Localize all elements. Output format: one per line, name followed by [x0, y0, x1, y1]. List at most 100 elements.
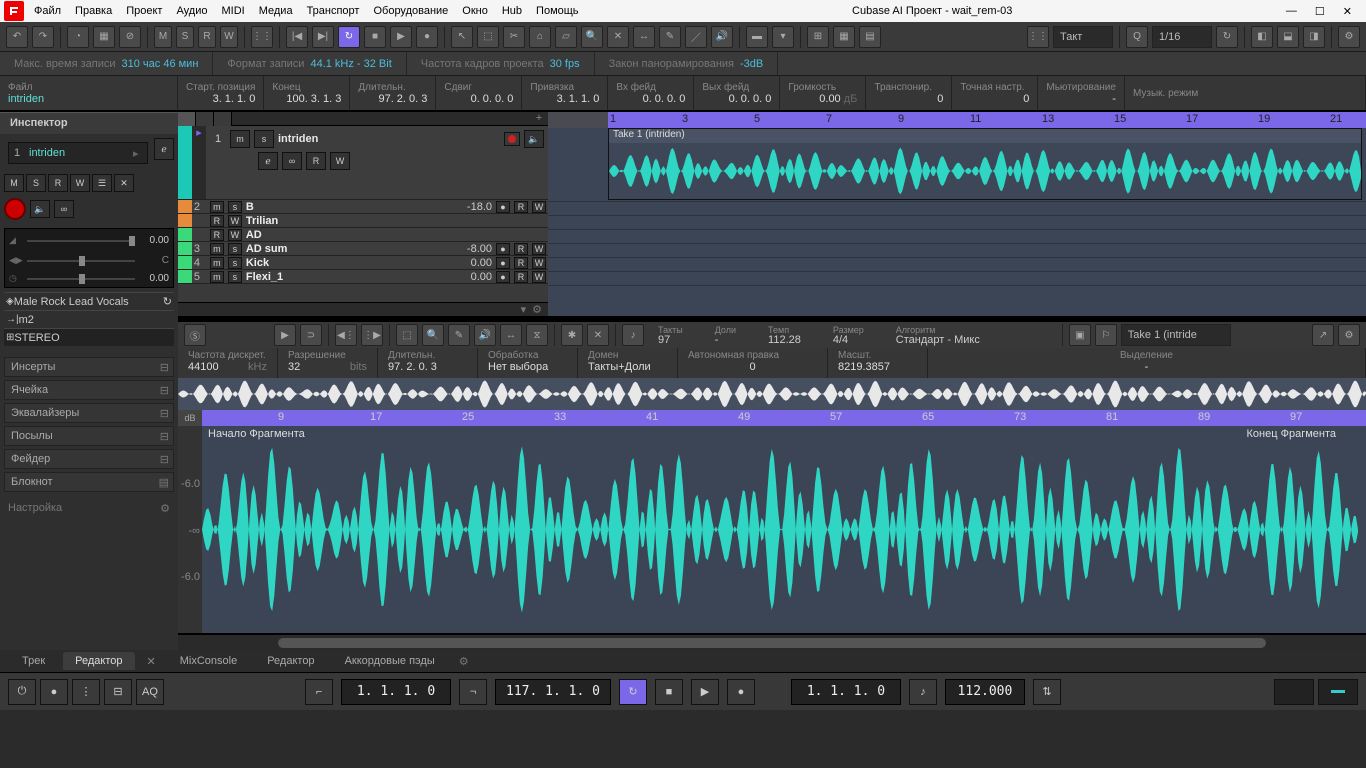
undo-button[interactable]: ↶: [6, 26, 28, 48]
tr-tempo-icon[interactable]: ♪: [909, 679, 937, 705]
panlaw-value[interactable]: -3dB: [740, 58, 763, 70]
editor-ruler[interactable]: dB 9 17 25 33 41 49 57 65 73 81 89 97: [178, 410, 1366, 426]
insp-lock-button[interactable]: ✕: [114, 174, 134, 192]
track-row[interactable]: RWAD: [178, 228, 548, 242]
fadeout-value[interactable]: 0. 0. 0. 0: [702, 93, 771, 105]
ed-setup-button[interactable]: ⚙: [1338, 324, 1360, 346]
ed-scrub-tool[interactable]: ↔: [500, 324, 522, 346]
transpose-value[interactable]: 0: [874, 93, 943, 105]
vol-slider[interactable]: [27, 240, 135, 242]
tr-write[interactable]: W: [330, 152, 350, 170]
tr-locator-l-button[interactable]: ⌐: [305, 679, 333, 705]
goto-start-button[interactable]: |◀: [286, 26, 308, 48]
close-icon[interactable]: ✕: [1343, 5, 1352, 18]
color-picker[interactable]: ▾: [772, 26, 794, 48]
preset-line[interactable]: ◈ Male Rock Lead Vocals↻: [4, 292, 174, 310]
bypass-icon[interactable]: ⊟: [160, 361, 169, 374]
edit-instrument-button[interactable]: ℯ: [154, 138, 174, 160]
tab-mixconsole[interactable]: MixConsole: [168, 652, 249, 670]
finetune-value[interactable]: 0: [960, 93, 1029, 105]
track-row[interactable]: ▸ 1 m s intriden 🔈 ℯ: [178, 126, 548, 200]
delay-value[interactable]: 0.00: [139, 273, 169, 284]
pointer-tool[interactable]: ↖: [451, 26, 473, 48]
menu-window[interactable]: Окно: [462, 5, 488, 17]
menu-file[interactable]: Файл: [34, 5, 61, 17]
track-row[interactable]: RWTrilian: [178, 214, 548, 228]
ed-musmode-button[interactable]: ♪: [622, 324, 644, 346]
glue-tool[interactable]: ⌂: [529, 26, 551, 48]
tr-play-button[interactable]: ▶: [691, 679, 719, 705]
tr-power-button[interactable]: ⏻: [8, 679, 36, 705]
tempo-display[interactable]: 112.000: [945, 679, 1025, 705]
track-color[interactable]: [178, 126, 192, 199]
fps-value[interactable]: 30 fps: [550, 58, 580, 70]
layout3-button[interactable]: ◨: [1303, 26, 1325, 48]
tr-read[interactable]: R: [306, 152, 326, 170]
tabs-gear-icon[interactable]: ⚙: [459, 655, 469, 668]
time-ruler[interactable]: 1 3 5 7 9 11 13 15 17 19 21: [548, 112, 1366, 128]
tr-stop-button[interactable]: ■: [655, 679, 683, 705]
main-waveform[interactable]: -∞ -6.0 -6.0 Начало Фрагмента Конец Фраг…: [178, 426, 1366, 634]
track-row[interactable]: 4msKick0.00●RW: [178, 256, 548, 270]
grid-type-field[interactable]: Такт: [1053, 26, 1113, 48]
tr-sync-button[interactable]: ⇅: [1033, 679, 1061, 705]
vis-tab-2[interactable]: [196, 112, 214, 126]
suspend-button[interactable]: ⊘: [119, 26, 141, 48]
insp-freeze-button[interactable]: ☰: [92, 174, 112, 192]
end-value[interactable]: 100. 3. 1. 3: [272, 93, 341, 105]
tr-inf[interactable]: ∞: [282, 152, 302, 170]
notepad-section[interactable]: Блокнот▤: [4, 472, 174, 492]
ed-prev-button[interactable]: ◀⋮: [335, 324, 357, 346]
tr-punch-button[interactable]: ⊟: [104, 679, 132, 705]
format-value[interactable]: 44.1 kHz - 32 Bit: [310, 58, 391, 70]
bypass-icon[interactable]: ⊟: [160, 453, 169, 466]
notepad-icon[interactable]: ▤: [159, 476, 169, 489]
state-button[interactable]: ◔: [67, 26, 89, 48]
menu-midi[interactable]: MIDI: [221, 5, 244, 17]
tr-mute[interactable]: m: [230, 130, 250, 148]
ed-domain[interactable]: Такты+Доли: [588, 361, 667, 373]
split-tool[interactable]: ✂: [503, 26, 525, 48]
ed-play-tool[interactable]: 🔊: [474, 324, 496, 346]
cycle-button[interactable]: ↻: [338, 26, 360, 48]
scrollbar-thumb[interactable]: [278, 638, 1266, 648]
ed-zerocross-button[interactable]: ✕: [587, 324, 609, 346]
tracklist-gear-icon[interactable]: ⚙: [532, 303, 542, 316]
ed-take-field[interactable]: Take 1 (intride: [1121, 324, 1231, 346]
quantize-field[interactable]: 1/16: [1152, 26, 1212, 48]
tr-locator-r-button[interactable]: ¬: [459, 679, 487, 705]
snap-grid[interactable]: ▤: [859, 26, 881, 48]
tr-precount-button[interactable]: ⋮: [72, 679, 100, 705]
audio-clip[interactable]: Take 1 (intriden): [608, 128, 1362, 200]
infinity-button[interactable]: ∞: [54, 200, 74, 218]
grid-type-icon[interactable]: ⋮⋮: [1027, 26, 1049, 48]
track-row[interactable]: 5msFlexi_10.00●RW: [178, 270, 548, 284]
maximize-icon[interactable]: ☐: [1315, 5, 1325, 18]
tracklist-expand-icon[interactable]: ▾: [521, 303, 527, 316]
mute-button[interactable]: M: [154, 26, 172, 48]
tr-solo[interactable]: s: [254, 130, 274, 148]
minimize-icon[interactable]: —: [1286, 5, 1297, 18]
ed-algo[interactable]: Стандарт - Микс: [896, 335, 1056, 345]
position-display[interactable]: 1. 1. 1. 0: [791, 679, 901, 705]
layout2-button[interactable]: ⬓: [1277, 26, 1299, 48]
strip-section[interactable]: Ячейка⊟: [4, 380, 174, 400]
vis-tab-1[interactable]: [178, 112, 196, 126]
menu-hardware[interactable]: Оборудование: [373, 5, 448, 17]
goto-end-button[interactable]: ▶|: [312, 26, 334, 48]
tr-click-button[interactable]: ●: [40, 679, 68, 705]
fadein-value[interactable]: 0. 0. 0. 0: [616, 93, 685, 105]
zoom-tool[interactable]: 🔍: [581, 26, 603, 48]
inspector-settings[interactable]: Настройка ⚙: [0, 498, 178, 519]
ed-autoscroll-button[interactable]: ▣: [1069, 324, 1091, 346]
menu-edit[interactable]: Правка: [75, 5, 112, 17]
fader-section[interactable]: Фейдер⊟: [4, 449, 174, 469]
ed-bars[interactable]: 97: [658, 335, 683, 345]
ed-range-tool[interactable]: ⬚: [396, 324, 418, 346]
start-value[interactable]: 3. 1. 1. 0: [186, 93, 255, 105]
ed-loop-button[interactable]: ⊃: [300, 324, 322, 346]
tab-close-icon[interactable]: ✕: [141, 655, 162, 668]
ed-snap-button[interactable]: ✱: [561, 324, 583, 346]
bypass-icon[interactable]: ⊟: [160, 430, 169, 443]
tr-mute[interactable]: m: [210, 201, 224, 213]
